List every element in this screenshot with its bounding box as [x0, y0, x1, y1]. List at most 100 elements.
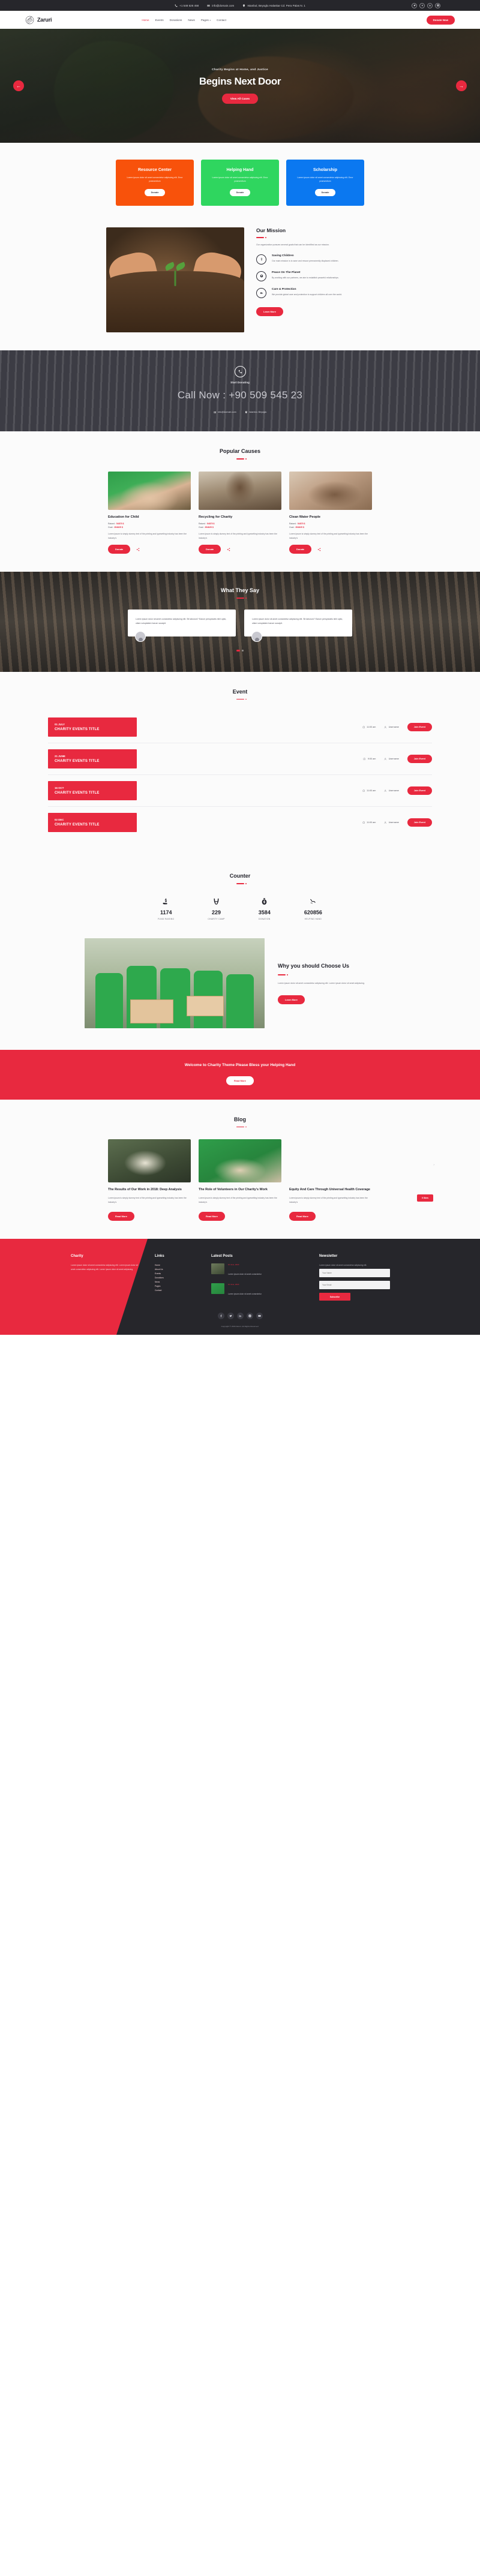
donate-now-button[interactable]: Donate Now: [426, 15, 455, 25]
nav-item-pages[interactable]: Pages ▾: [201, 19, 211, 22]
brand-logo[interactable]: Zaruri: [25, 16, 52, 25]
social-google[interactable]: [419, 2, 425, 8]
topbar-phone[interactable]: +1 548 626 458: [175, 4, 199, 7]
topbar-address: Istanbul, Beyoglu Halaskar Cd. Pera Pala…: [242, 4, 305, 7]
blog-post-card[interactable]: Equity And Care Through Universal Health…: [289, 1139, 372, 1221]
cause-goal-value: 354825 $: [295, 526, 304, 529]
event-row[interactable]: 16 OCT CHARITY EVENTS TITLE 11:00 am Use…: [48, 775, 432, 807]
join-event-button[interactable]: Join Event: [407, 786, 432, 795]
instagram-icon: [248, 1314, 251, 1318]
event-title: CHARITY EVENTS TITLE: [55, 791, 100, 795]
nav-item-contact[interactable]: Contact: [217, 19, 226, 22]
footer-link-news[interactable]: News: [155, 1280, 199, 1284]
pagination-dot[interactable]: [242, 649, 244, 651]
footer-latest-post[interactable]: 10 June, 2020 Lorem ipsum dolor sit amet…: [211, 1283, 307, 1298]
mission-image: [106, 227, 244, 332]
footer-link-pages[interactable]: Pages: [155, 1284, 199, 1289]
cause-goal-label: Goal :: [199, 526, 205, 529]
why-learn-more-button[interactable]: Learn More: [278, 995, 305, 1004]
cause-card-recycling-for-charity[interactable]: Recycling for Charity Raised : 54875 $ G…: [199, 472, 281, 554]
care-hands-icon: [256, 287, 266, 298]
event-row[interactable]: 01 JULY CHARITY EVENTS TITLE 11:00 am Us…: [48, 711, 432, 744]
footer-post-date: 10 June, 2020: [228, 1283, 239, 1286]
footer-links-column: Links Home About Us Events Donations New…: [155, 1254, 199, 1303]
cta-read-more-button[interactable]: Read More: [226, 1076, 254, 1085]
feature-card-text: Lorem ipsum dolor sit amet consectetur a…: [127, 176, 183, 183]
nav-item-events[interactable]: Events: [155, 19, 164, 22]
event-date: 01 JULY: [55, 723, 65, 726]
page-root: +1 548 626 458 info@domain.com Istanbul,…: [0, 0, 480, 1335]
mission-lead: Our organization pursues several goals t…: [256, 243, 329, 246]
join-event-button[interactable]: Join Event: [407, 723, 432, 732]
call-now-number[interactable]: Call Now : +90 509 545 23: [0, 389, 480, 401]
blog-post-card[interactable]: The Results of Our Work in 2018: Deep An…: [108, 1139, 191, 1221]
blog-next-button[interactable]: ›: [433, 1163, 434, 1167]
social-linkedin[interactable]: [236, 1313, 244, 1320]
callband-email-text: info@domain.com: [218, 411, 236, 414]
nav-item-news[interactable]: News: [188, 19, 195, 22]
blog-read-more-button[interactable]: Read More: [289, 1212, 316, 1221]
blog-read-more-button[interactable]: Read More: [108, 1212, 134, 1221]
event-time: 9:00 am: [363, 758, 376, 761]
newsletter-subscribe-button[interactable]: Subscribe: [319, 1293, 350, 1301]
blog-post-image: [108, 1139, 191, 1183]
cause-donate-button[interactable]: Donate: [108, 545, 131, 554]
newsletter-email-input[interactable]: [319, 1281, 390, 1290]
user-icon: [384, 758, 387, 760]
cause-card-clean-water-people[interactable]: Clean Water People Raised : 54875 $ Goal…: [289, 472, 372, 554]
cause-donate-button[interactable]: Donate: [199, 545, 221, 554]
cause-raised-label: Raised :: [199, 523, 206, 526]
social-linkedin[interactable]: [427, 2, 433, 8]
hero-subtitle: Charity Begins at Home, and Justice: [212, 68, 268, 71]
section-divider: [256, 236, 266, 238]
share-icon[interactable]: [136, 548, 140, 551]
blog-post-card[interactable]: The Role of Volunteers in Our Charity's …: [199, 1139, 281, 1221]
feature-card-resource-center[interactable]: Resource Center Lorem ipsum dolor sit am…: [116, 160, 194, 206]
footer-link-home[interactable]: Home: [155, 1263, 199, 1268]
clock-icon: [362, 789, 365, 792]
pagination-dot-active[interactable]: [236, 649, 240, 651]
footer-link-donations[interactable]: Donations: [155, 1276, 199, 1280]
share-icon[interactable]: [317, 548, 321, 551]
social-facebook[interactable]: [217, 1313, 224, 1320]
blog-read-more-button[interactable]: Read More: [199, 1212, 225, 1221]
nav-item-donations[interactable]: Donations: [170, 19, 182, 22]
social-instagram[interactable]: [435, 2, 440, 8]
event-row[interactable]: 21 JUNE CHARITY EVENTS TITLE 9:00 am Use…: [48, 743, 432, 776]
hero-prev-button[interactable]: ←: [13, 80, 24, 91]
mission-learn-more-button[interactable]: Learn More: [256, 307, 283, 316]
footer-link-events[interactable]: Events: [155, 1272, 199, 1276]
footer-link-contact[interactable]: Contact: [155, 1289, 199, 1293]
social-twitter[interactable]: [227, 1313, 234, 1320]
callband-email[interactable]: info@domain.com: [214, 411, 236, 414]
join-event-button[interactable]: Join Event: [407, 755, 432, 764]
social-instagram[interactable]: [246, 1313, 253, 1320]
footer-latest-post[interactable]: 10 June, 2020 Lorem ipsum dolor sit amet…: [211, 1263, 307, 1278]
share-icon[interactable]: [227, 548, 230, 551]
feature-card-scholarship[interactable]: Scholarship Lorem ipsum dolor sit amet c…: [286, 160, 364, 206]
join-event-button[interactable]: Join Event: [407, 818, 432, 827]
feature-card-donate-button[interactable]: Donate: [314, 188, 336, 196]
footer-post-date: 10 June, 2020: [228, 1263, 239, 1266]
footer-link-about-us[interactable]: About Us: [155, 1268, 199, 1272]
counter-item-helping-hand: 620856 HELPING HAND: [304, 896, 322, 920]
feature-card-helping-hand[interactable]: Helping Hand Lorem ipsum dolor sit amet …: [201, 160, 279, 206]
feature-card-donate-button[interactable]: Donate: [144, 188, 166, 196]
cause-card-education-for-child[interactable]: Education for Child Raised : 54875 $ Goa…: [108, 472, 191, 554]
feature-card-donate-button[interactable]: Donate: [229, 188, 251, 196]
brand-name: Zaruri: [37, 17, 52, 23]
blog-post-text: Lorem ipsum is simply dummy text of the …: [289, 1197, 368, 1203]
cause-donate-button[interactable]: Donate: [289, 545, 312, 554]
avatar: [135, 631, 146, 642]
nav-item-home[interactable]: Home: [142, 19, 149, 22]
social-twitter[interactable]: [412, 2, 417, 8]
newsletter-name-input[interactable]: [319, 1269, 390, 1278]
event-row[interactable]: 02 DEC CHARITY EVENTS TITLE 11:00 am Use…: [48, 807, 432, 838]
mission-item-care-protection: Care & Protection We provide global care…: [256, 287, 374, 298]
event-date-block: 02 DEC CHARITY EVENTS TITLE: [48, 813, 137, 833]
cause-image: [289, 472, 372, 511]
hero-next-button[interactable]: →: [456, 80, 467, 91]
social-youtube[interactable]: [256, 1313, 263, 1320]
hero-view-all-cases-button[interactable]: View All Cases: [221, 93, 259, 104]
topbar-email[interactable]: info@domain.com: [207, 4, 234, 7]
